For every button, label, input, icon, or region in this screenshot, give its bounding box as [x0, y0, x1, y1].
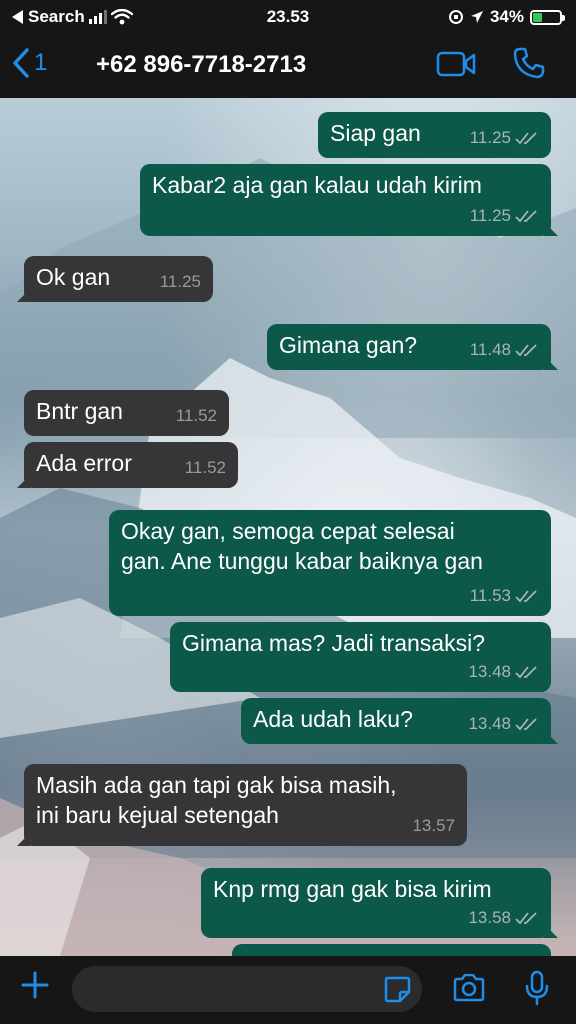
message-time-label: 13.58 [468, 908, 511, 927]
message-time: 11.52 [176, 401, 217, 431]
battery-icon [530, 9, 565, 25]
chat-header: 1 +62 896-7718-2713 [0, 34, 576, 98]
message-text: Gimana mas? Jadi transaksi? [182, 630, 485, 656]
message-text: Knp rmg gan gak bisa kirim [213, 876, 492, 902]
outgoing-message[interactable]: Okay gan, semoga cepat selesai gan. Ane t… [109, 510, 551, 616]
read-receipt-icon [515, 344, 537, 357]
message-text: Kabar2 aja gan kalau udah kirim [152, 172, 482, 198]
back-button[interactable]: 1 [12, 48, 47, 78]
incoming-message[interactable]: Bntr gan 11.52 [24, 390, 229, 436]
sticker-icon[interactable] [382, 974, 412, 1004]
microphone-icon[interactable] [524, 970, 550, 1006]
phone-call-icon[interactable] [512, 46, 546, 80]
outgoing-message-partial[interactable] [232, 944, 551, 956]
message-time-label: 11.25 [159, 272, 201, 291]
message-time-label: 11.25 [469, 206, 511, 225]
message-text: Okay gan, semoga cepat selesai [121, 518, 455, 544]
screen-lock-icon [448, 10, 463, 24]
message-text: ini baru kejual setengah [36, 802, 279, 828]
incoming-message[interactable]: Ok gan 11.25 [17, 256, 213, 302]
read-receipt-icon [515, 666, 537, 679]
chevron-left-icon [13, 48, 29, 78]
input-bar [0, 956, 576, 1024]
outgoing-message[interactable]: Gimana gan? 11.48 [267, 324, 558, 370]
message-time-label: 11.52 [175, 406, 217, 425]
unread-count: 1 [34, 49, 48, 76]
contact-name[interactable]: +62 896-7718-2713 [96, 51, 306, 79]
message-time: 11.53 [470, 581, 539, 611]
read-receipt-icon [515, 590, 537, 603]
message-time-label: 13.48 [468, 714, 511, 733]
message-input[interactable] [72, 966, 422, 1012]
read-receipt-icon [515, 210, 537, 223]
message-text: Masih ada gan tapi gak bisa masih, [36, 772, 397, 798]
message-time-label: 11.48 [469, 340, 511, 359]
message-time-label: 11.53 [469, 586, 511, 605]
camera-icon[interactable] [452, 974, 486, 1002]
status-bar: Search 23.53 34% [0, 0, 576, 34]
message-time-label: 13.57 [412, 816, 455, 835]
battery-percent: 34% [489, 7, 524, 26]
message-time: 13.48 [468, 657, 539, 687]
message-time: 11.52 [185, 453, 226, 483]
message-time: 13.48 [468, 709, 539, 739]
message-time: 13.58 [468, 903, 539, 933]
plus-icon[interactable] [20, 970, 50, 1000]
outgoing-message[interactable]: Gimana mas? Jadi transaksi? 13.48 [170, 622, 551, 692]
message-time-label: 11.25 [469, 128, 511, 147]
message-time-label: 13.48 [468, 662, 511, 681]
message-time: 11.25 [470, 123, 539, 153]
read-receipt-icon [515, 718, 537, 731]
outgoing-message[interactable]: Knp rmg gan gak bisa kirim 13.58 [201, 868, 558, 938]
outgoing-message[interactable]: Ada udah laku? 13.48 [241, 698, 558, 744]
message-time-label: 11.52 [184, 458, 226, 477]
read-receipt-icon [515, 132, 537, 145]
message-time: 11.25 [160, 267, 201, 297]
read-receipt-icon [515, 912, 537, 925]
chat-area[interactable]: Siap gan 11.25 Kabar2 aja gan kalau udah k… [0, 98, 576, 956]
message-text: gan. Ane tunggu kabar baiknya gan [121, 548, 483, 574]
message-time: 11.25 [470, 201, 539, 231]
message-time: 11.48 [470, 335, 539, 365]
outgoing-message[interactable]: Siap gan 11.25 [318, 112, 551, 158]
outgoing-message[interactable]: Kabar2 aja gan kalau udah kirim 11.25 [140, 164, 558, 236]
incoming-message[interactable]: Ada error 11.52 [17, 442, 238, 488]
message-time: 13.57 [412, 811, 455, 841]
video-call-icon[interactable] [436, 50, 476, 78]
location-icon [470, 11, 483, 23]
incoming-message[interactable]: Masih ada gan tapi gak bisa masih, ini ba… [17, 764, 467, 846]
